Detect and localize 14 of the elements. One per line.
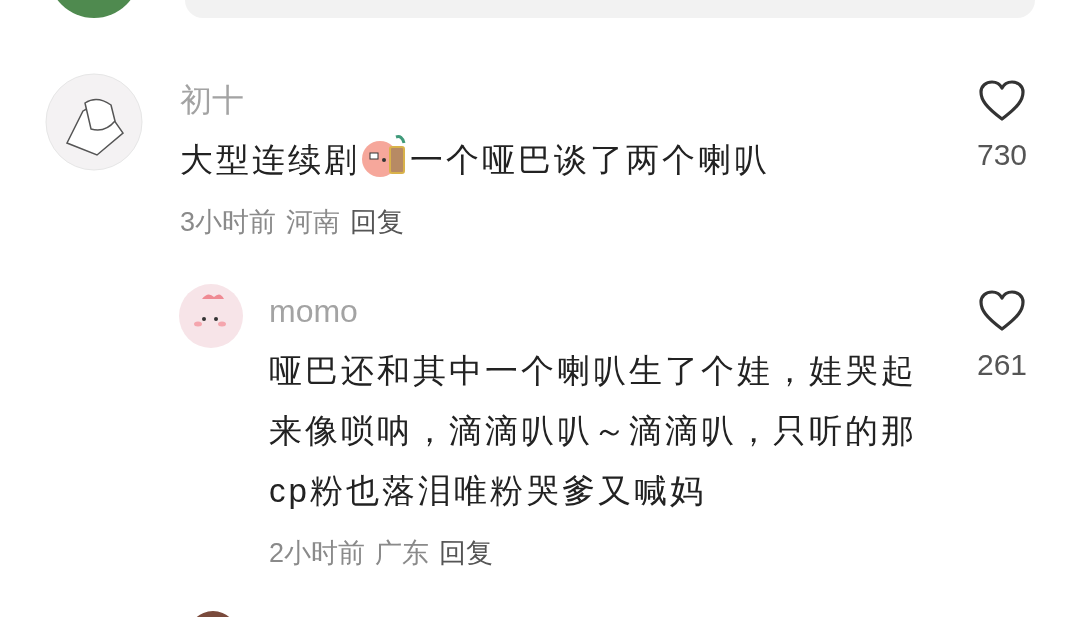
comment-text: 哑巴还和其中一个喇叭生了个娃，娃哭起来像唢呐，滴滴叭叭～滴滴叭，只听的那cp粉也落泪唯粉哭爹又喊妈 <box>269 352 917 509</box>
avatar-picture[interactable] <box>45 73 143 171</box>
like-count: 261 <box>976 347 1028 383</box>
heart-icon[interactable] <box>978 289 1026 333</box>
heart-icon[interactable] <box>978 79 1026 123</box>
reply-link[interactable]: 回复 <box>439 531 494 575</box>
like-count: 730 <box>976 137 1028 173</box>
comment-location: 河南 <box>286 206 341 239</box>
comment-time: 2小时前 <box>269 537 366 570</box>
comment-time: 3小时前 <box>180 206 277 239</box>
comment-text: 一个哑巴谈了两个喇叭 <box>410 141 770 178</box>
reply-link[interactable]: 回复 <box>350 200 405 244</box>
comment-text: 大型连续剧 <box>180 141 360 178</box>
comment-location: 广东 <box>375 537 430 570</box>
